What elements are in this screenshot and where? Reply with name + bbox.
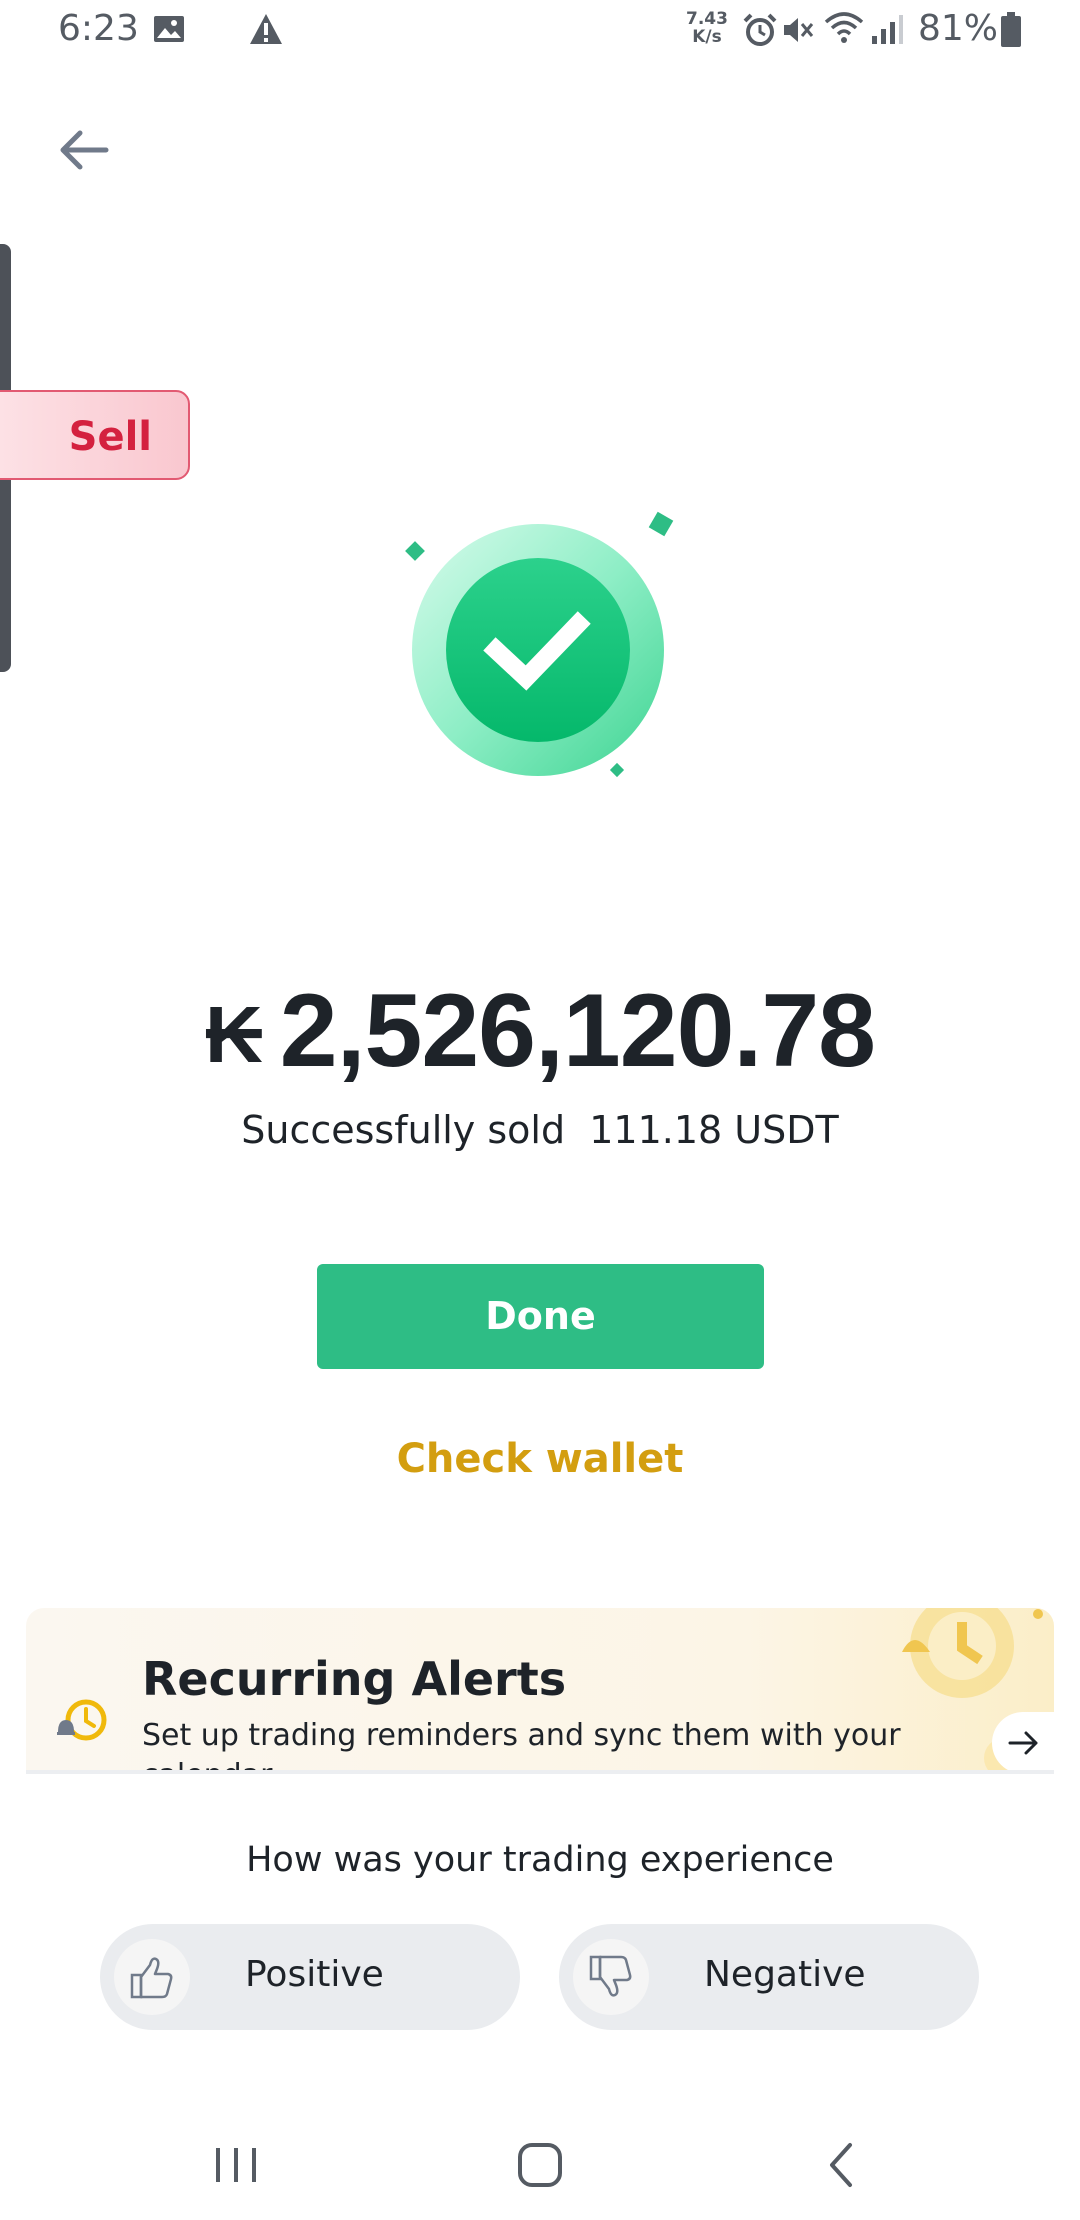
currency-symbol: ₭	[204, 990, 263, 1079]
gallery-icon	[154, 16, 184, 42]
net-speed: 7.43 K/s	[686, 9, 728, 47]
thumbs-down-icon	[589, 1955, 632, 1997]
arrow-right-icon	[1008, 1731, 1038, 1755]
positive-feedback-button[interactable]: Positive	[100, 1924, 520, 2030]
success-check-icon	[405, 511, 674, 778]
banner-description: Set up trading reminders and sync them w…	[142, 1718, 901, 1774]
amount-value: 2,526,120.78	[279, 973, 876, 1089]
check-wallet-link[interactable]: Check wallet	[0, 1436, 1080, 1482]
alarm-icon	[743, 13, 777, 46]
success-message: Successfully sold 111.18 USDT	[241, 1108, 839, 1152]
negative-feedback-button[interactable]: Negative	[559, 1924, 979, 2030]
status-bar: 6:23 7.43 K/s 81%	[0, 0, 1080, 62]
back-button[interactable]	[52, 118, 116, 182]
warning-icon	[250, 14, 282, 44]
thumbs-up-icon-wrap	[114, 1939, 190, 2015]
recent-apps-button[interactable]	[196, 2130, 276, 2200]
arrow-left-icon	[60, 130, 109, 170]
status-time: 6:23	[58, 8, 139, 49]
recent-apps-icon	[216, 2148, 256, 2182]
banner-title: Recurring Alerts	[142, 1652, 567, 1706]
received-amount: ₭ 2,526,120.78	[0, 972, 1080, 1091]
battery-icon	[1001, 12, 1021, 47]
recurring-alerts-banner[interactable]: Recurring Alerts Set up trading reminder…	[26, 1608, 1054, 1774]
system-back-button[interactable]	[800, 2130, 880, 2200]
thumbs-down-icon-wrap	[573, 1939, 649, 2015]
home-button[interactable]	[500, 2130, 580, 2200]
battery-percent: 81%	[918, 8, 999, 49]
sell-floating-tab[interactable]: Sell	[0, 390, 190, 480]
home-icon	[518, 2143, 562, 2187]
back-icon	[830, 2143, 852, 2187]
positive-label: Positive	[245, 1954, 384, 1995]
signal-icon	[872, 15, 903, 44]
system-nav-bar	[0, 2110, 1080, 2220]
done-button[interactable]: Done	[317, 1264, 764, 1369]
banner-divider	[26, 1770, 1054, 1774]
banner-next-button[interactable]	[992, 1712, 1054, 1774]
success-screen: 6:23 7.43 K/s 81% Sell ₭ 2,526,120.78 Su…	[0, 0, 1080, 2220]
recurring-alarm-icon	[57, 1699, 107, 1741]
feedback-question: How was your trading experience	[246, 1840, 834, 1880]
sell-tab-label: Sell	[68, 414, 152, 460]
negative-label: Negative	[704, 1954, 866, 1995]
thumbs-up-icon	[130, 1957, 173, 1999]
mute-icon	[784, 18, 814, 42]
wifi-icon	[824, 12, 864, 43]
